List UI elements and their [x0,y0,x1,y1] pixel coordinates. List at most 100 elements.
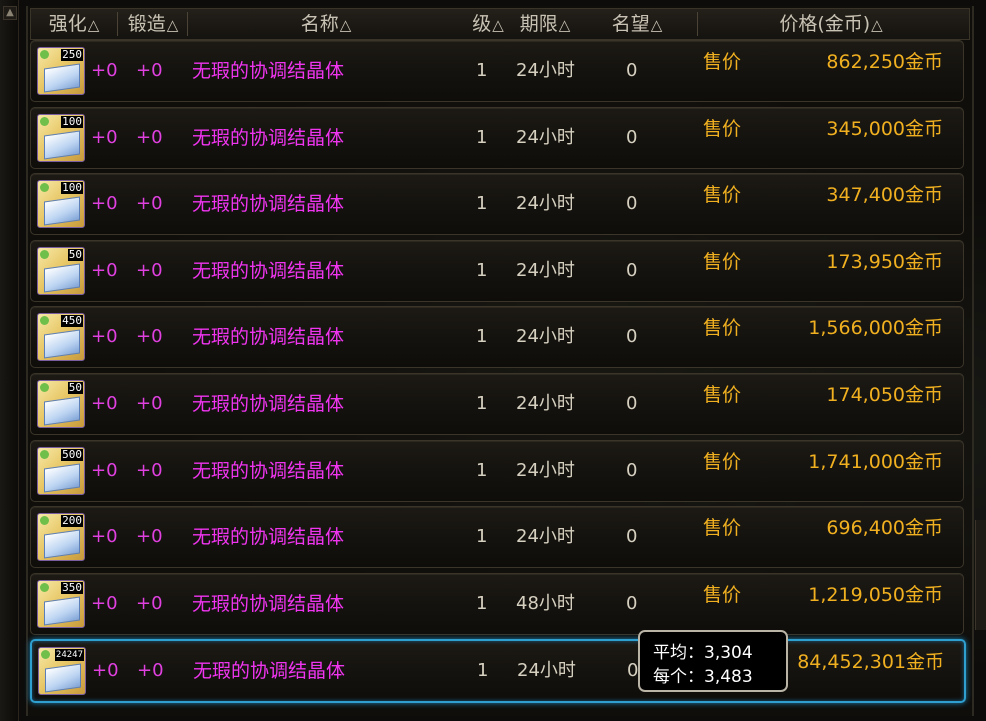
item-level: 1 [476,460,488,481]
item-name: 无瑕的协调结晶体 [192,326,345,348]
listing-row[interactable]: 100 +0 +0 无瑕的协调结晶体 1 24小时 0 售价 345,000金币 [30,107,964,169]
forge-value: +0 [136,127,163,148]
crystal-book-icon[interactable]: 450 [37,313,85,361]
item-price: 1,566,000金币 [808,317,943,339]
header-fame-label: 名望 [611,13,650,35]
crystal-book-icon[interactable]: 100 [37,180,85,228]
header-forge[interactable]: 锻造△ [119,9,187,39]
header-price[interactable]: 价格(金币)△ [761,9,901,39]
stack-quantity: 24247 [54,649,84,661]
tooltip-average-label: 平均 [653,643,687,663]
tooltip-separator: ： [687,667,704,687]
item-expiry: 24小时 [517,660,576,681]
item-price: 174,050金币 [826,384,943,406]
header-expiry[interactable]: 期限△ [511,9,579,39]
header-divider [697,12,698,36]
listing-row[interactable]: 24247 +0 +0 无瑕的协调结晶体 1 24小时 0 84,452,301金币 [30,639,966,703]
forge-value: +0 [136,526,163,547]
sort-triangle-icon: △ [87,16,100,34]
enhance-value: +0 [91,60,118,81]
header-name-label: 名称 [300,13,339,35]
item-level: 1 [477,660,489,681]
gem-icon [40,583,49,592]
tooltip-each-value: 3,483 [704,667,753,687]
sort-triangle-icon: △ [492,16,504,34]
crystal-book-icon[interactable]: 50 [37,380,85,428]
listing-row[interactable]: 250 +0 +0 无瑕的协调结晶体 1 24小时 0 售价 862,250金币 [30,40,964,102]
stack-quantity: 200 [61,514,83,527]
item-price: 696,400金币 [826,517,943,539]
item-price: 173,950金币 [826,251,943,273]
scroll-up-icon[interactable]: ▲ [3,6,17,20]
crystal-book-icon[interactable]: 500 [37,447,85,495]
header-price-label: 价格(金币) [779,13,871,35]
sell-price-label: 售价 [703,51,742,73]
forge-value: +0 [137,660,164,681]
item-expiry: 24小时 [516,326,575,347]
header-enhance[interactable]: 强化△ [33,9,115,39]
crystal-book-icon[interactable]: 200 [37,513,85,561]
stack-quantity: 50 [67,381,83,394]
book-icon [44,130,80,160]
crystal-book-icon[interactable]: 50 [37,247,85,295]
item-name: 无瑕的协调结晶体 [192,60,345,82]
item-level: 1 [476,260,488,281]
right-scrollbar[interactable] [975,520,986,630]
item-fame: 0 [626,460,638,481]
stack-quantity: 250 [61,48,83,61]
forge-value: +0 [136,326,163,347]
forge-value: +0 [136,460,163,481]
tooltip-average-line: 平均：3,304 [653,638,753,663]
item-fame: 0 [626,326,638,347]
item-name: 无瑕的协调结晶体 [192,260,345,282]
item-expiry: 24小时 [516,193,575,214]
gem-icon [40,50,49,59]
listing-row[interactable]: 200 +0 +0 无瑕的协调结晶体 1 24小时 0 售价 696,400金币 [30,506,964,568]
item-price: 862,250金币 [826,51,943,73]
item-price: 345,000金币 [826,118,943,140]
item-level: 1 [476,60,488,81]
header-enhance-label: 强化 [48,13,87,35]
header-level-label: 级 [472,13,492,35]
tooltip-each-label: 每个 [653,667,687,687]
header-level[interactable]: 级△ [463,9,513,39]
header-forge-label: 锻造 [127,13,166,35]
header-fame[interactable]: 名望△ [601,9,673,39]
item-name: 无瑕的协调结晶体 [192,393,345,415]
forge-value: +0 [136,260,163,281]
enhance-value: +0 [91,326,118,347]
stack-quantity: 450 [61,314,83,327]
listing-row[interactable]: 500 +0 +0 无瑕的协调结晶体 1 24小时 0 售价 1,741,000金币 [30,440,964,502]
stack-quantity: 350 [61,581,83,594]
item-fame: 0 [626,60,638,81]
item-expiry: 24小时 [516,60,575,81]
item-level: 1 [476,393,488,414]
crystal-book-icon[interactable]: 24247 [38,647,86,695]
book-icon [44,329,80,359]
enhance-value: +0 [91,127,118,148]
listing-row[interactable]: 450 +0 +0 无瑕的协调结晶体 1 24小时 0 售价 1,566,000金币 [30,306,964,368]
book-icon [44,529,80,559]
header-name[interactable]: 名称△ [271,9,381,39]
crystal-book-icon[interactable]: 250 [37,47,85,95]
listing-row[interactable]: 50 +0 +0 无瑕的协调结晶体 1 24小时 0 售价 174,050金币 [30,373,964,435]
item-level: 1 [476,127,488,148]
listing-row[interactable]: 100 +0 +0 无瑕的协调结晶体 1 24小时 0 售价 347,400金币 [30,173,964,235]
item-fame: 0 [626,193,638,214]
book-icon [45,663,81,693]
item-expiry: 48小时 [516,593,575,614]
listing-row[interactable]: 50 +0 +0 无瑕的协调结晶体 1 24小时 0 售价 173,950金币 [30,240,964,302]
sell-price-label: 售价 [703,451,742,473]
gem-icon [40,383,49,392]
left-scrollbar[interactable]: ▲ [0,0,19,721]
crystal-book-icon[interactable]: 350 [37,580,85,628]
sell-price-label: 售价 [703,251,742,273]
enhance-value: +0 [91,393,118,414]
sell-price-label: 售价 [703,384,742,406]
item-name: 无瑕的协调结晶体 [192,526,345,548]
crystal-book-icon[interactable]: 100 [37,114,85,162]
enhance-value: +0 [91,593,118,614]
item-price: 347,400金币 [826,184,943,206]
forge-value: +0 [136,393,163,414]
listing-row[interactable]: 350 +0 +0 无瑕的协调结晶体 1 48小时 0 售价 1,219,050金币 [30,573,964,635]
